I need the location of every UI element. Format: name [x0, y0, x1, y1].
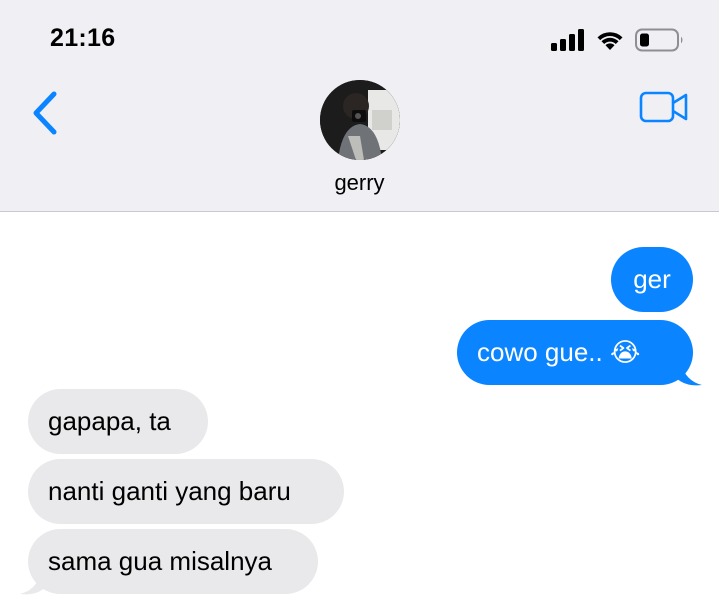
message-text: nanti ganti yang baru [48, 476, 291, 506]
wifi-icon [595, 29, 625, 56]
conversation-header: 21:16 gerry [0, 0, 719, 212]
avatar[interactable] [320, 80, 400, 160]
contact-name[interactable]: gerry [0, 170, 719, 196]
message-text: cowo gue.. 😭 [477, 337, 641, 367]
back-button[interactable] [28, 88, 68, 138]
message-text: gapapa, ta [48, 406, 171, 436]
message-text: ger [633, 264, 671, 294]
message-bubble-incoming[interactable]: sama gua misalnya [28, 529, 318, 594]
message-bubble-outgoing[interactable]: ger [611, 247, 693, 312]
message-bubble-outgoing[interactable]: cowo gue.. 😭 [457, 320, 693, 385]
bubble-tail [676, 356, 702, 386]
message-bubble-incoming[interactable]: gapapa, ta [28, 389, 208, 454]
facetime-video-button[interactable] [639, 90, 689, 124]
cellular-signal-icon [551, 29, 585, 56]
messages-screen: 21:16 gerry ger cowo gue.. 😭 gapapa, ta … [0, 0, 719, 608]
avatar-photo [320, 80, 400, 160]
status-icons [551, 28, 685, 57]
status-time: 21:16 [50, 24, 116, 52]
chevron-left-icon [33, 91, 57, 135]
bubble-tail [20, 565, 46, 595]
message-text: sama gua misalnya [48, 546, 272, 576]
video-camera-icon [639, 91, 688, 123]
battery-icon [635, 28, 685, 57]
message-bubble-incoming[interactable]: nanti ganti yang baru [28, 459, 344, 524]
